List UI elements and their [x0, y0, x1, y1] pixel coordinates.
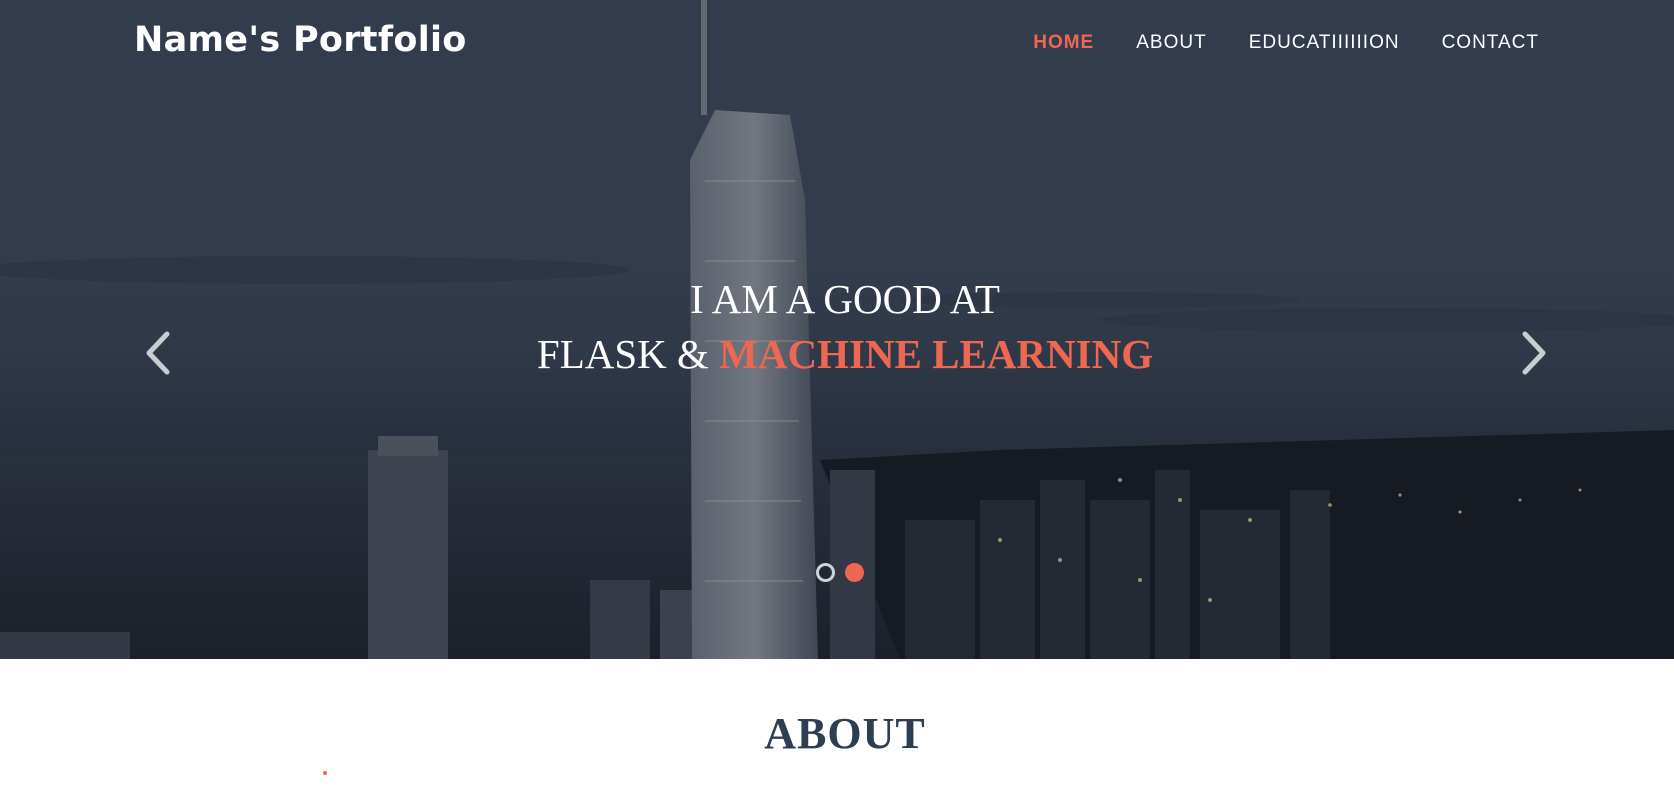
decorative-dot	[323, 771, 327, 775]
hero-caption: I AM A GOOD AT FLASK & MACHINE LEARNING	[0, 272, 1674, 382]
chevron-left-icon	[146, 331, 170, 375]
navbar: Name's Portfolio HOME ABOUT EDUCATIIIIII…	[0, 0, 1674, 88]
nav-links: HOME ABOUT EDUCATIIIIIION CONTACT	[1033, 32, 1539, 54]
carousel-indicators	[816, 563, 864, 582]
hero-caption-line1: I AM A GOOD AT	[690, 276, 1000, 322]
hero-caption-line2: FLASK & MACHINE LEARNING	[0, 327, 1674, 382]
hero-caption-accent: MACHINE LEARNING	[719, 331, 1154, 377]
hero-carousel: Name's Portfolio HOME ABOUT EDUCATIIIIII…	[0, 0, 1674, 659]
about-heading: ABOUT	[764, 709, 926, 758]
carousel-next-button[interactable]	[1513, 328, 1553, 378]
carousel-indicator-1[interactable]	[816, 563, 835, 582]
nav-link-contact[interactable]: CONTACT	[1442, 32, 1539, 54]
chevron-right-icon	[1522, 331, 1546, 375]
hero-caption-prefix: FLASK &	[536, 331, 720, 377]
nav-link-about[interactable]: ABOUT	[1136, 32, 1206, 54]
nav-link-home[interactable]: HOME	[1033, 32, 1094, 54]
nav-link-education[interactable]: EDUCATIIIIIION	[1249, 32, 1400, 54]
carousel-indicator-2[interactable]	[845, 563, 864, 582]
brand-logo[interactable]: Name's Portfolio	[134, 20, 467, 60]
carousel-prev-button[interactable]	[139, 328, 179, 378]
